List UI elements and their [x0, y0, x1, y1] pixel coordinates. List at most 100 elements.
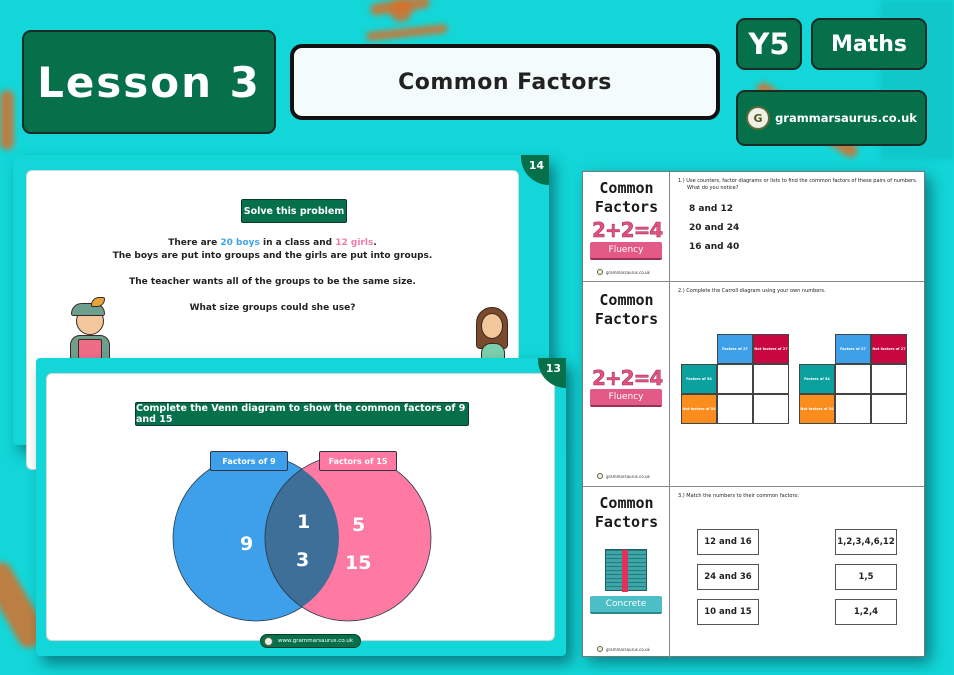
title-line: Common	[599, 179, 654, 197]
text: There are	[168, 238, 221, 248]
question-subline: What do you notice?	[687, 185, 739, 191]
carroll-col-header: Not factors of 27	[753, 334, 789, 364]
brand-url: grammarsaurus.co.uk	[775, 111, 917, 125]
venn-intersection-value: 1	[297, 511, 311, 533]
worksheet-brand: grammarsaurus.co.uk	[597, 269, 650, 275]
background-shape	[390, 0, 412, 22]
question-text: 1.) Use counters, factor diagrams or lis…	[678, 178, 918, 192]
title-line: Common	[599, 494, 654, 512]
worksheet-row-3: Common Factors Concrete grammarsaurus.co…	[583, 487, 924, 658]
number-pair: 8 and 12	[689, 204, 733, 214]
carroll-col-header: Factors of 27	[717, 334, 753, 364]
slide-content: Complete the Venn diagram to show the co…	[46, 373, 555, 641]
carroll-cell[interactable]	[835, 394, 871, 424]
carroll-cell[interactable]	[871, 364, 907, 394]
topic-title: Common Factors	[398, 69, 612, 95]
brand-text: grammarsaurus.co.uk	[606, 269, 650, 275]
match-right-item[interactable]: 1,5	[835, 564, 897, 590]
worksheet-side-panel: Common Factors 2+2=4 Fluency grammarsaur…	[583, 172, 670, 281]
grammarsaurus-logo-icon	[597, 473, 603, 479]
question-line: 1.) Use counters, factor diagrams or lis…	[678, 178, 918, 184]
venn-intersection-value: 3	[296, 549, 310, 571]
equation-graphic: 2+2=4	[592, 218, 664, 243]
subject-badge: Maths	[811, 18, 927, 70]
match-left-item[interactable]: 12 and 16	[697, 529, 759, 555]
worksheet-side-panel: Common Factors 2+2=4 Fluency grammarsaur…	[583, 282, 670, 486]
worksheet-brand: grammarsaurus.co.uk	[597, 646, 650, 652]
match-right-item[interactable]: 1,2,3,4,6,12	[835, 529, 897, 555]
boys-count: 20 boys	[220, 238, 260, 248]
venn-right-value: 15	[345, 552, 372, 574]
slide-footer-brand[interactable]: www.grammarsaurus.co.uk	[260, 634, 362, 648]
boy-illustration-icon	[67, 297, 113, 365]
venn-right-set-label: Factors of 15	[319, 451, 397, 471]
topic-title-box: Common Factors	[290, 44, 720, 120]
footer-url: www.grammarsaurus.co.uk	[278, 638, 354, 644]
carroll-col-header: Factors of 27	[835, 334, 871, 364]
number-pair: 20 and 24	[689, 223, 740, 233]
carroll-row-header: Factors of 54	[799, 364, 835, 394]
title-line: Factors	[594, 310, 659, 328]
problem-line-1: There are 20 boys in a class and 12 girl…	[27, 237, 518, 250]
background-shape	[0, 90, 14, 150]
problem-line-2: The boys are put into groups and the gir…	[112, 251, 433, 261]
carroll-col-header: Not factors of 27	[871, 334, 907, 364]
problem-line-3: The teacher wants all of the groups to b…	[129, 277, 416, 287]
match-left-item[interactable]: 24 and 36	[697, 564, 759, 590]
subject-label: Maths	[830, 31, 907, 57]
girls-count: 12 girls	[335, 238, 374, 248]
worksheet-title: Common Factors	[583, 179, 670, 217]
brand-text: grammarsaurus.co.uk	[606, 473, 650, 479]
match-left-item[interactable]: 10 and 15	[697, 599, 759, 625]
carroll-row-header: Not factors of 54	[681, 394, 717, 424]
girl-illustration-icon	[475, 305, 511, 363]
worksheet-title: Common Factors	[583, 494, 670, 532]
brand-badge[interactable]: G grammarsaurus.co.uk	[736, 90, 927, 146]
slide-heading: Solve this problem	[241, 199, 347, 223]
worksheet-row-1: Common Factors 2+2=4 Fluency grammarsaur…	[583, 172, 924, 282]
slide-heading: Complete the Venn diagram to show the co…	[135, 402, 469, 426]
carroll-cell[interactable]	[717, 394, 753, 424]
carroll-row-header: Not factors of 54	[799, 394, 835, 424]
year-badge: Y5	[736, 18, 802, 70]
brand-text: grammarsaurus.co.uk	[606, 646, 650, 652]
text: in a class and	[259, 238, 336, 248]
venn-right-value: 5	[352, 514, 366, 536]
grammarsaurus-logo-icon: G	[746, 106, 771, 130]
question-text: 2.) Complete the Carroll diagram using y…	[678, 288, 826, 294]
slide-preview-13: Complete the Venn diagram to show the co…	[36, 358, 566, 656]
number-pair: 16 and 40	[689, 242, 740, 252]
carroll-cell[interactable]	[871, 394, 907, 424]
worksheet-row-2: Common Factors 2+2=4 Fluency grammarsaur…	[583, 282, 924, 487]
slide-number-badge: 14	[521, 155, 549, 185]
grammarsaurus-logo-icon	[597, 646, 603, 652]
background-shape	[365, 23, 449, 42]
carroll-cell[interactable]	[835, 364, 871, 394]
base-ten-blocks-icon	[605, 549, 647, 592]
grammarsaurus-logo-icon	[264, 636, 273, 646]
worksheet-brand: grammarsaurus.co.uk	[597, 473, 650, 479]
stage-banner: Concrete	[590, 596, 662, 614]
carroll-row-header: Factors of 54	[681, 364, 717, 394]
year-label: Y5	[748, 27, 790, 61]
venn-left-value: 9	[240, 533, 254, 555]
stage-banner: Fluency	[590, 242, 662, 260]
venn-diagram	[172, 454, 432, 622]
stage-banner: Fluency	[590, 389, 662, 407]
lesson-number-badge: Lesson 3	[22, 30, 276, 134]
venn-left-set-label: Factors of 9	[210, 451, 288, 471]
title-line: Factors	[594, 513, 659, 531]
carroll-cell[interactable]	[717, 364, 753, 394]
grammarsaurus-logo-icon	[597, 269, 603, 275]
worksheet-preview: Common Factors 2+2=4 Fluency grammarsaur…	[582, 171, 925, 658]
equation-graphic: 2+2=4	[592, 366, 664, 391]
worksheet-side-panel: Common Factors Concrete grammarsaurus.co…	[583, 487, 670, 658]
worksheet-title: Common Factors	[583, 291, 670, 329]
title-line: Common	[599, 291, 654, 309]
carroll-cell[interactable]	[753, 394, 789, 424]
question-text: 3.) Match the numbers to their common fa…	[678, 493, 799, 499]
match-right-item[interactable]: 1,2,4	[835, 599, 897, 625]
carroll-cell[interactable]	[753, 364, 789, 394]
text: .	[373, 238, 377, 248]
lesson-label: Lesson 3	[37, 57, 261, 107]
